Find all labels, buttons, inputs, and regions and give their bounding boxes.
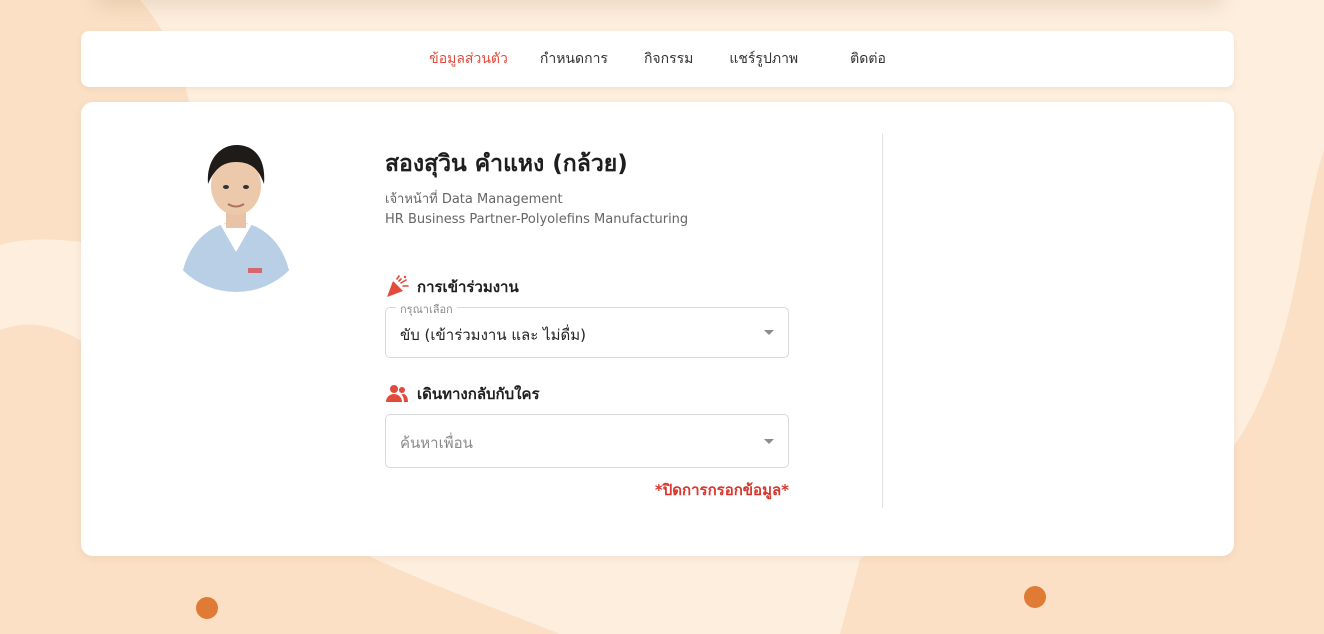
attendance-title: การเข้าร่วมงาน [385,275,519,299]
chevron-down-icon [764,439,774,444]
top-navigation: ข้อมูลส่วนตัว กำหนดการ กิจกรรม แชร์รูปภา… [81,31,1234,87]
profile-job: เจ้าหน้าที่ Data Management HR Business … [385,190,688,230]
nav-item-contact[interactable]: ติดต่อ [850,48,886,70]
profile-card: สองสุวิน คำแหง (กล้วย) เจ้าหน้าที่ Data … [81,102,1234,556]
attendance-selected-value: ขับ (เข้าร่วมงาน และ ไม่ดื่ม) [400,326,586,344]
nav-item-profile[interactable]: ข้อมูลส่วนตัว [429,48,508,70]
decorative-dot [1024,586,1046,608]
avatar [160,140,312,292]
nav-item-activities[interactable]: กิจกรรม [644,48,693,70]
decorative-dot [196,597,218,619]
attendance-title-text: การเข้าร่วมงาน [417,278,519,296]
people-icon [385,382,409,406]
attendance-select-legend: กรุณาเลือก [396,300,457,318]
profile-department: HR Business Partner-Polyolefins Manufact… [385,212,689,227]
friend-search-select[interactable]: ค้นหาเพื่อน [385,414,789,468]
profile-position: เจ้าหน้าที่ Data Management [385,192,563,207]
friend-search-placeholder: ค้นหาเพื่อน [400,434,473,452]
attendance-select[interactable]: กรุณาเลือก ขับ (เข้าร่วมงาน และ ไม่ดื่ม) [385,300,789,358]
party-popper-icon [385,275,409,299]
profile-name: สองสุวิน คำแหง (กล้วย) [385,151,628,177]
nav-item-schedule[interactable]: กำหนดการ [540,48,608,70]
chevron-down-icon [764,330,774,335]
form-closed-note: *ปิดการกรอกข้อมูล* [654,481,789,499]
travel-title-text: เดินทางกลับกับใคร [417,385,540,403]
nav-item-share-photos[interactable]: แชร์รูปภาพ [729,48,798,70]
travel-title: เดินทางกลับกับใคร [385,382,540,406]
vertical-divider [882,134,883,508]
